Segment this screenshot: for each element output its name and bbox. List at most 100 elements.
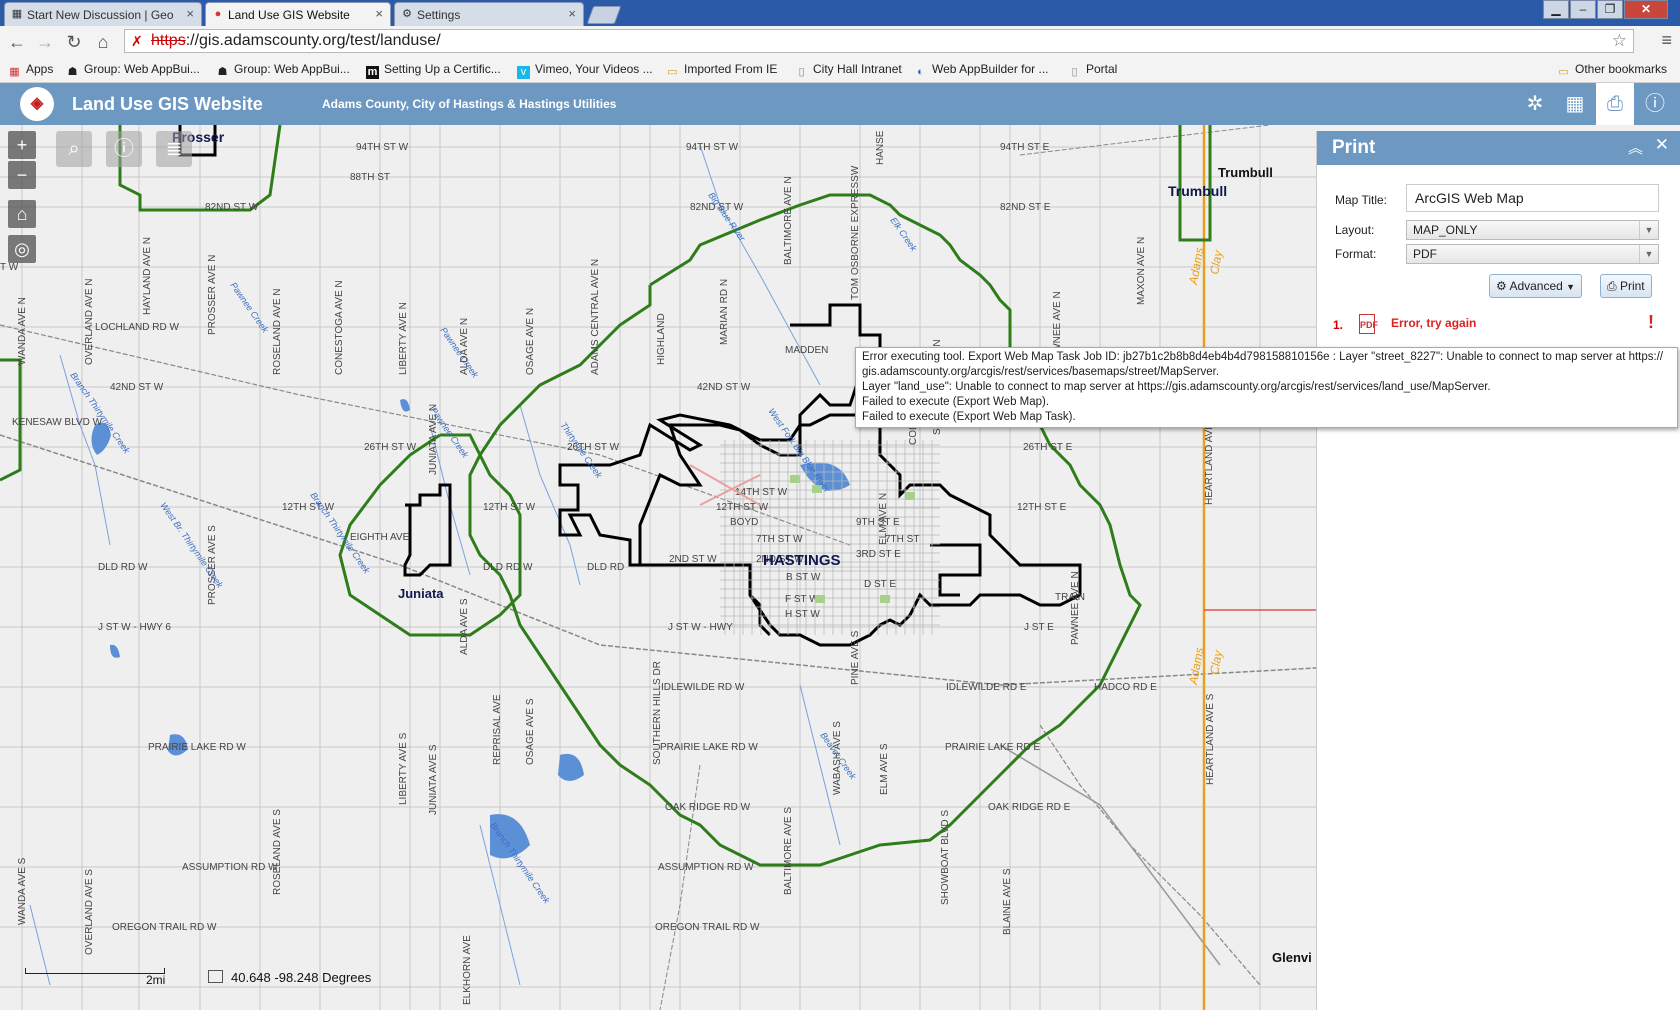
format-label: Format:: [1335, 247, 1377, 261]
zoom-in-button[interactable]: +: [8, 131, 36, 159]
road-label: DLD RD W: [98, 562, 148, 573]
browser-menu-icon[interactable]: ≡: [1661, 30, 1672, 51]
result-error-link[interactable]: Error, try again: [1391, 316, 1476, 330]
geonet-icon: ▦: [11, 8, 23, 20]
road-label: J ST W - HWY 6: [98, 622, 171, 633]
road-label: ASSUMPTION RD W: [182, 862, 278, 873]
address-bar[interactable]: ✗ https://gis.adamscounty.org/test/landus…: [124, 29, 1634, 53]
reload-icon[interactable]: ↻: [63, 31, 85, 53]
basemap-gallery-icon[interactable]: ✲: [1516, 83, 1554, 125]
bookmark-city-hall-intranet[interactable]: ▯ City Hall Intranet: [795, 62, 901, 79]
close-window-icon[interactable]: ✕: [1624, 0, 1668, 19]
print-label: Print: [1619, 279, 1645, 293]
print-widget-icon[interactable]: ⎙: [1596, 83, 1634, 125]
lake-shape: [400, 399, 410, 412]
restore-window-icon[interactable]: ❐: [1597, 0, 1623, 19]
about-info-icon[interactable]: ⓘ: [1636, 83, 1674, 125]
map-title-input[interactable]: [1406, 184, 1659, 212]
close-tab-icon[interactable]: ×: [375, 6, 383, 21]
road-label: 82ND ST E: [1000, 202, 1051, 213]
map-canvas: 94TH ST W 88TH ST 82ND ST W LOCHLAND RD W 42…: [0, 125, 1316, 1010]
lake-shape: [558, 753, 584, 781]
tooltip-line: Layer "land_use": Unable to connect to m…: [862, 381, 1491, 393]
error-tooltip: Error executing tool. Export Web Map Tas…: [855, 347, 1678, 428]
minimize-window-icon[interactable]: ▁: [1543, 0, 1569, 19]
close-icon[interactable]: ✕: [1655, 135, 1669, 155]
town-label-glenvil: Glenvi: [1272, 950, 1312, 965]
road-label: SOUTHERN HILLS DR: [652, 661, 663, 765]
bookmark-vimeo[interactable]: v Vimeo, Your Videos ...: [517, 62, 653, 79]
road-label: F ST W: [785, 594, 819, 605]
waterway-label: Big Blue River: [706, 190, 747, 243]
road-label: OVERLAND AVE S: [84, 869, 95, 955]
bookmark-star-icon[interactable]: ☆: [1612, 30, 1627, 52]
tab-start-new-discussion[interactable]: ▦ Start New Discussion | Geo ×: [4, 2, 202, 26]
tab-land-use-gis[interactable]: ● Land Use GIS Website ×: [205, 2, 391, 26]
zoom-out-button[interactable]: −: [8, 161, 36, 189]
bookmark-imported-from-ie[interactable]: ▭ Imported From IE: [666, 62, 777, 79]
road-label: EIGHTH AVE: [350, 532, 410, 543]
road-label: B ST W: [786, 572, 821, 583]
new-tab-button[interactable]: [586, 6, 622, 24]
road-label: OREGON TRAIL RD W: [112, 922, 217, 933]
bookmark-apps[interactable]: ▦ Apps: [8, 62, 53, 79]
my-location-icon[interactable]: ◎: [8, 235, 36, 263]
layer-list-icon[interactable]: ≣: [156, 131, 192, 167]
railroad-line: [1039, 724, 1261, 986]
town-label-juniata: Juniata: [398, 586, 444, 601]
tooltip-line: Failed to execute (Export Web Map Task).: [862, 411, 1076, 423]
result-number: 1.: [1333, 318, 1344, 332]
page-icon: ▯: [1071, 66, 1078, 78]
road-label: LIBERTY AVE S: [398, 732, 409, 805]
road-label: LOCHLAND RD W: [95, 322, 179, 333]
pdf-icon: PDF: [1359, 314, 1378, 334]
widget-grid-icon[interactable]: ▦: [1556, 83, 1594, 125]
collapse-chevron-icon[interactable]: ︽: [1628, 137, 1643, 158]
bookmark-group-webappbuilder-1[interactable]: ☗ Group: Web AppBui...: [66, 62, 200, 79]
map-title-label: Map Title:: [1335, 193, 1388, 207]
search-icon[interactable]: ⌕: [56, 131, 92, 167]
tab-settings[interactable]: ⚙ Settings ×: [394, 2, 584, 26]
back-arrow-icon[interactable]: ←: [6, 31, 28, 53]
home-icon[interactable]: ⌂: [92, 31, 114, 53]
road-label: ELKHORN AVE: [462, 935, 473, 1005]
identify-info-icon[interactable]: ⓘ: [106, 131, 142, 167]
minimize-icon[interactable]: –: [1570, 0, 1596, 19]
printer-icon: ⎙: [1607, 279, 1617, 293]
bookmark-portal[interactable]: ▯ Portal: [1068, 62, 1117, 79]
home-extent-icon[interactable]: ⌂: [8, 200, 36, 228]
bookmark-web-appbuilder[interactable]: ◐ Web AppBuilder for ...: [914, 62, 1048, 79]
park-area: [815, 595, 825, 603]
road-label: 94TH ST E: [1000, 142, 1050, 153]
close-tab-icon[interactable]: ×: [568, 6, 576, 21]
road-label: PAWNEE AVE N: [1070, 571, 1081, 645]
print-panel: Print ︽ ✕ Map Title: Layout: MAP_ONLY ▼ …: [1316, 131, 1680, 1010]
road-label: TOM OSBORNE EXPRESSW: [850, 165, 861, 300]
road-label: REPRISAL AVE: [492, 694, 503, 765]
print-panel-title: Print: [1332, 137, 1376, 158]
road-label: ELM AVE N: [878, 493, 889, 545]
road-label: H ST W: [785, 609, 820, 620]
road-label: IDLEWILDE RD W: [661, 682, 745, 693]
bookmark-label: Group: Web AppBui...: [84, 62, 200, 76]
close-tab-icon[interactable]: ×: [186, 6, 194, 21]
chevron-down-icon: ▼: [1639, 221, 1658, 239]
forward-arrow-icon[interactable]: →: [34, 31, 56, 53]
layout-value: MAP_ONLY: [1413, 223, 1478, 237]
advanced-button[interactable]: ⚙ Advanced ▼: [1489, 274, 1583, 298]
bookmark-group-webappbuilder-2[interactable]: ☗ Group: Web AppBui...: [216, 62, 350, 79]
bookmark-other-bookmarks[interactable]: ▭ Other bookmarks: [1557, 62, 1667, 79]
format-select[interactable]: PDF ▼: [1406, 244, 1659, 264]
road-label: BALTIMORE AVE S: [783, 807, 794, 895]
road-label: OVERLAND AVE N: [84, 278, 95, 365]
road-label: PINE AVE S: [850, 630, 861, 685]
road-label: T W: [0, 262, 19, 273]
layout-select[interactable]: MAP_ONLY ▼: [1406, 220, 1659, 240]
road-label: OSAGE AVE N: [525, 308, 536, 375]
bookmark-label: Imported From IE: [684, 62, 778, 76]
layout-label: Layout:: [1335, 223, 1375, 237]
print-button[interactable]: ⎙ Print: [1600, 274, 1652, 298]
road-grid: [0, 125, 1316, 1010]
bookmark-setting-up-certificate[interactable]: m Setting Up a Certific...: [366, 62, 501, 79]
map-view[interactable]: 94TH ST W 88TH ST 82ND ST W LOCHLAND RD W 42…: [0, 125, 1316, 1010]
